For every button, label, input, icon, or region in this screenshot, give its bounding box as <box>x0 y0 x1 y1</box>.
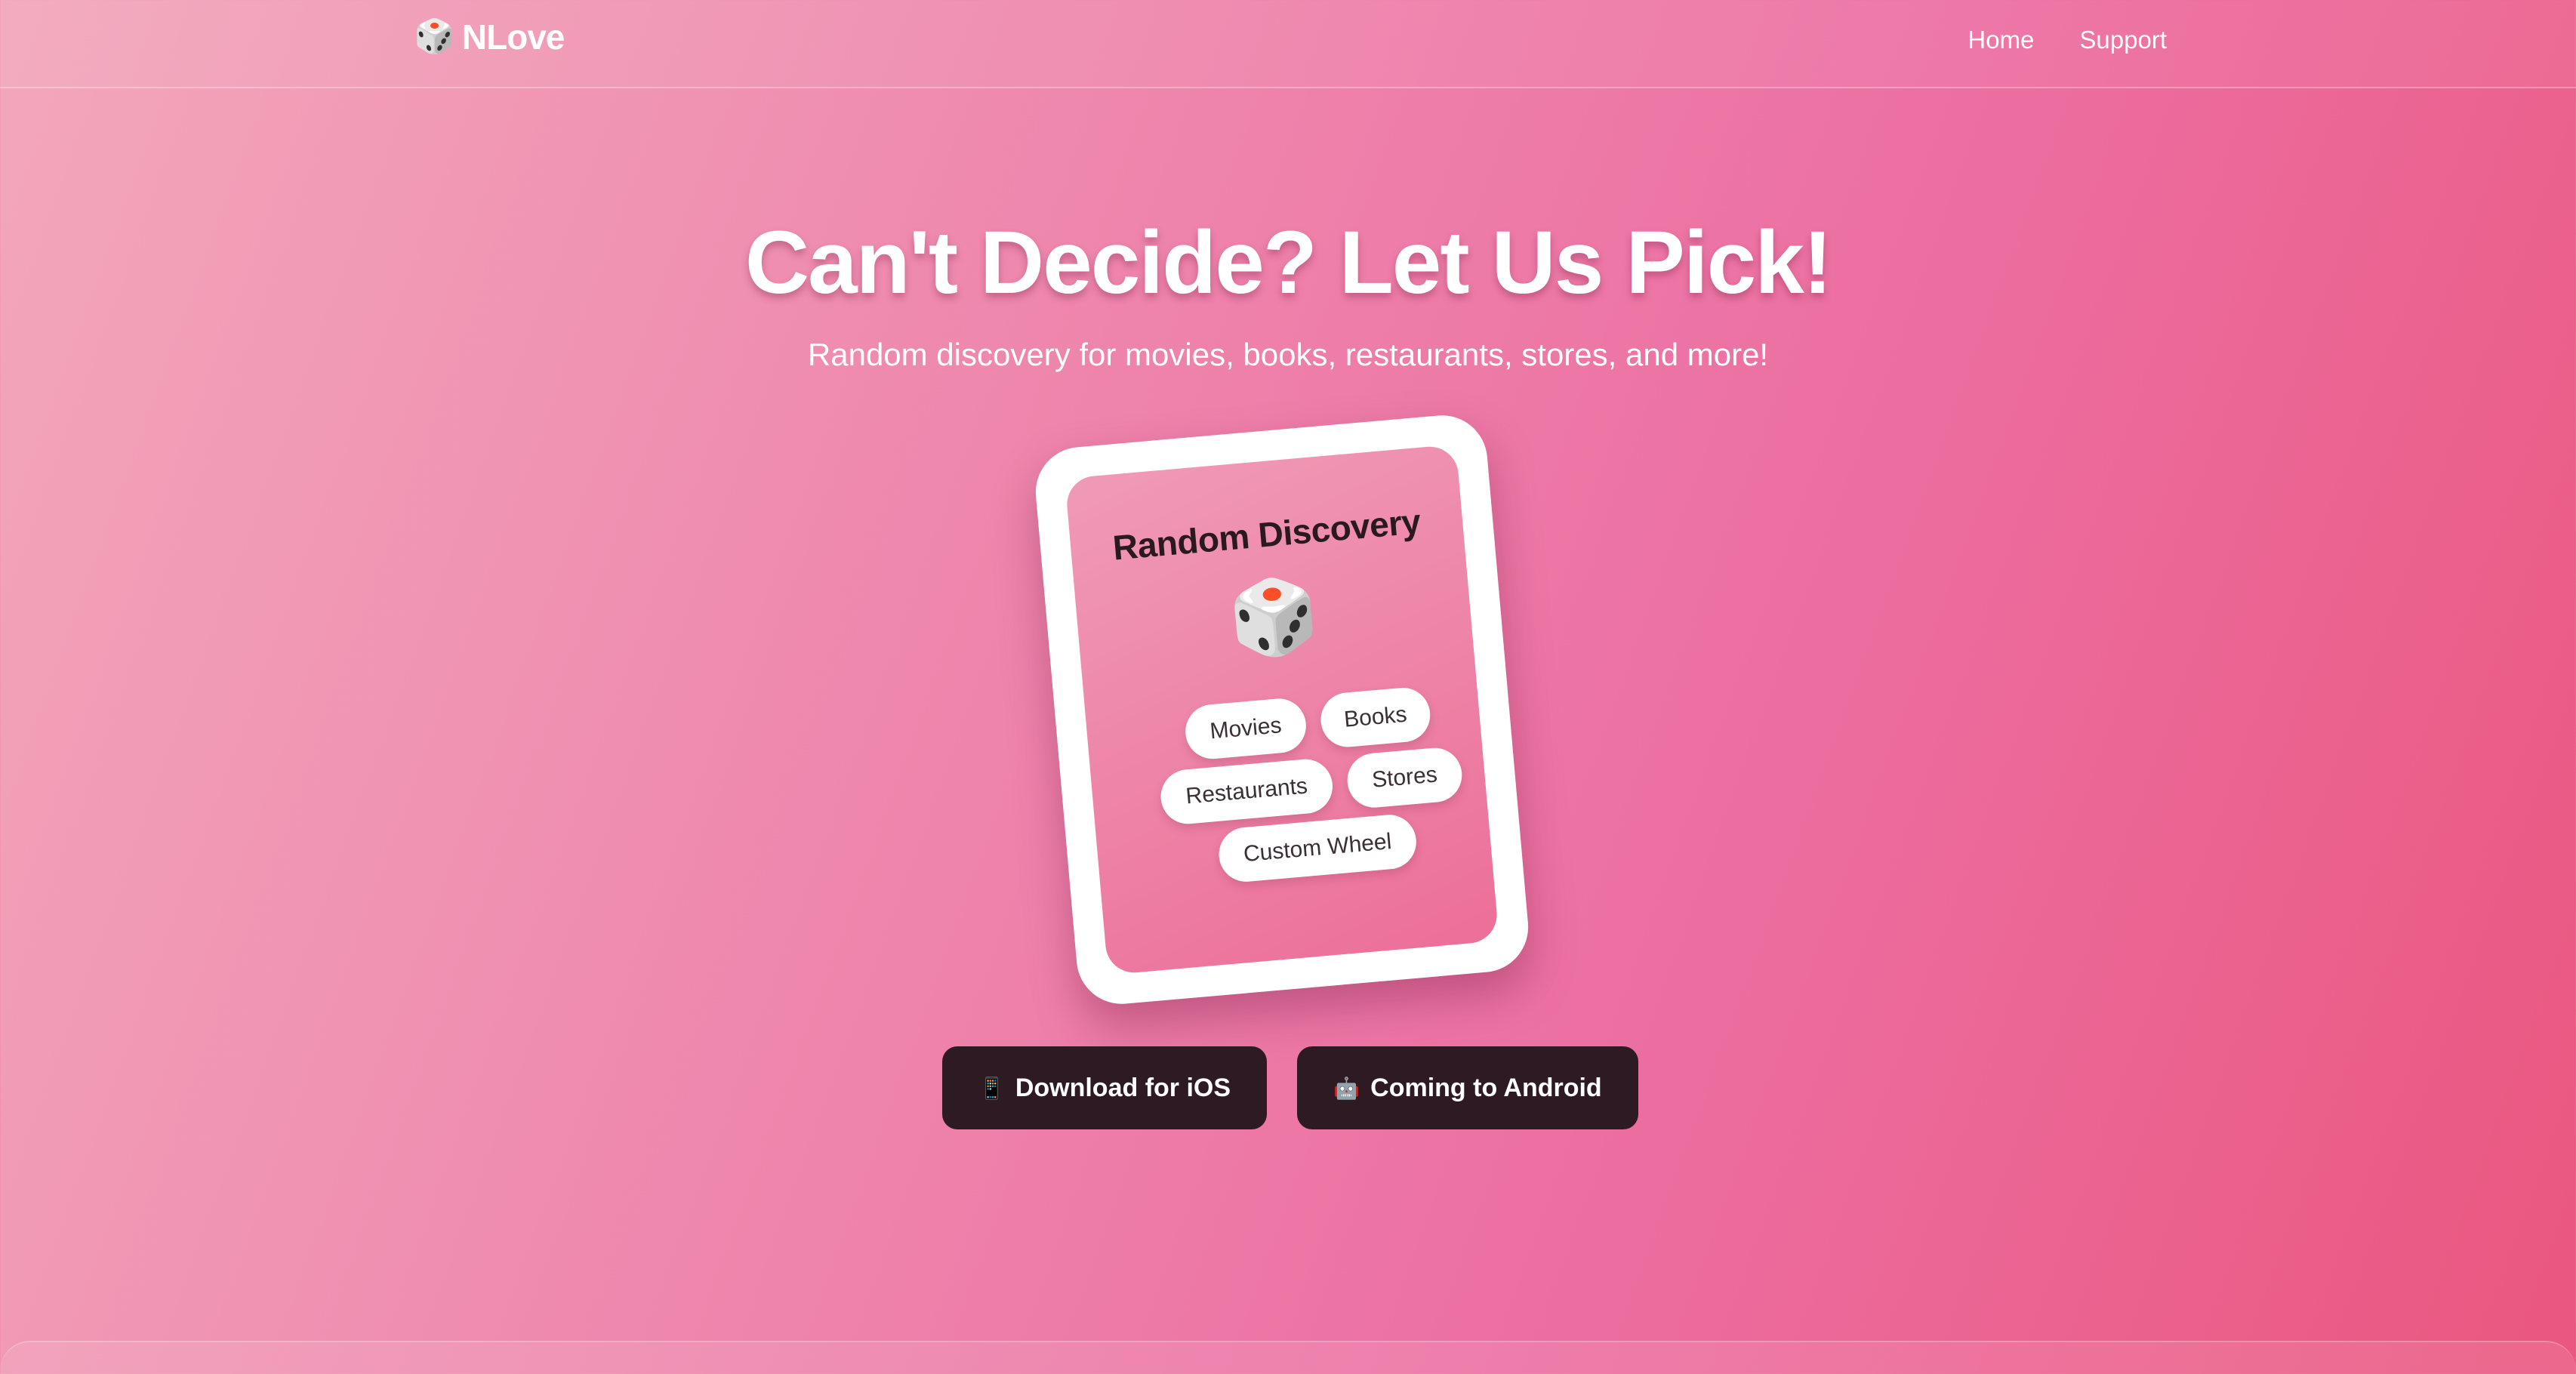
download-ios-button[interactable]: 📱 Download for iOS <box>942 1046 1267 1129</box>
category-pill-books[interactable]: Books <box>1318 685 1433 750</box>
category-pill-custom-wheel[interactable]: Custom Wheel <box>1216 812 1419 884</box>
robot-icon: 🤖 <box>1333 1076 1360 1100</box>
category-pill-restaurants[interactable]: Restaurants <box>1158 756 1335 827</box>
nav-link-support[interactable]: Support <box>2079 26 2167 54</box>
hero-title: Can't Decide? Let Us Pick! <box>744 213 1832 313</box>
phone-icon: 📱 <box>978 1076 1005 1100</box>
android-coming-button[interactable]: 🤖 Coming to Android <box>1297 1046 1638 1129</box>
hero-subtitle: Random discovery for movies, books, rest… <box>807 337 1769 372</box>
dice-icon: 🎲 <box>414 18 455 55</box>
top-navbar: 🎲 NLove Home Support <box>0 0 2576 88</box>
nav-links: Home Support <box>1967 26 2167 54</box>
mockup-title: Random Discovery <box>1111 501 1422 568</box>
phone-mockup: Random Discovery 🎲 Movies Books Restaura… <box>1031 411 1533 1008</box>
next-section-edge <box>0 1341 2576 1374</box>
brand-name: NLove <box>461 17 565 57</box>
dice-icon: 🎲 <box>1225 573 1323 662</box>
nav-link-home[interactable]: Home <box>1967 26 2034 54</box>
category-pill-stores[interactable]: Stores <box>1345 745 1465 810</box>
download-ios-label: Download for iOS <box>1015 1073 1231 1102</box>
android-coming-label: Coming to Android <box>1370 1073 1602 1102</box>
phone-screen: Random Discovery 🎲 Movies Books Restaura… <box>1065 444 1499 975</box>
category-pill-movies[interactable]: Movies <box>1183 696 1308 762</box>
brand-logo[interactable]: 🎲 NLove <box>414 17 565 57</box>
